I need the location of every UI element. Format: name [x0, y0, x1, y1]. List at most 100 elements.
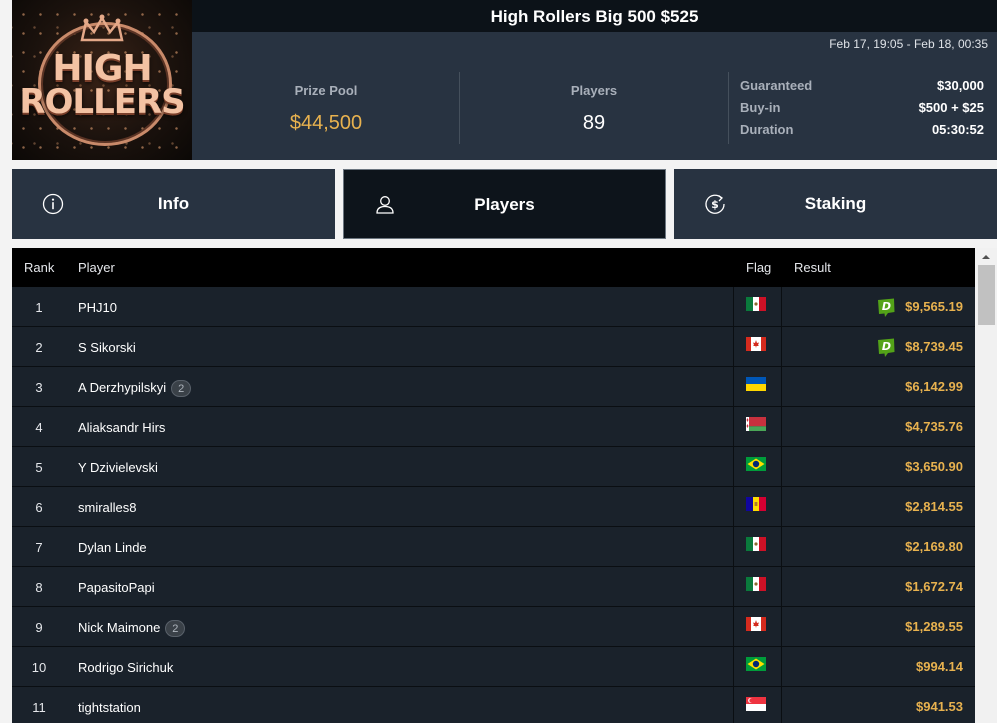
- result-value: $2,169.80: [905, 539, 963, 554]
- flag-cell: [733, 607, 782, 647]
- buyin-row: Buy-in $500 + $25: [740, 100, 984, 122]
- buyin-value: $500 + $25: [918, 100, 984, 115]
- flag-cell: [733, 407, 782, 447]
- mexico-flag-icon: [746, 537, 766, 551]
- result-value: $6,142.99: [905, 379, 963, 394]
- table-row[interactable]: 9 Nick Maimone 2 $1,289.55: [12, 607, 975, 647]
- duration-label: Duration: [740, 122, 794, 137]
- guaranteed-label: Guaranteed: [740, 78, 813, 93]
- flag-cell: [733, 447, 782, 487]
- prize-pool-label: Prize Pool: [294, 83, 358, 98]
- result-value: $941.53: [916, 699, 963, 714]
- brazil-flag-icon: [746, 457, 766, 471]
- duration-value: 05:30:52: [931, 122, 984, 137]
- players-table: Rank Player Flag Result 1 PHJ10 D $9,565.19…: [12, 248, 997, 723]
- svg-text:D: D: [882, 340, 891, 353]
- buyin-label: Buy-in: [740, 100, 781, 115]
- rank-header[interactable]: Rank: [24, 260, 54, 275]
- scroll-thumb[interactable]: [978, 265, 995, 325]
- result-value: $994.14: [916, 659, 963, 674]
- result-value: $1,672.74: [905, 579, 963, 594]
- tab-players[interactable]: Players: [343, 169, 666, 239]
- flag-cell: [733, 647, 782, 687]
- flag-cell: [733, 527, 782, 567]
- result-cell: D $9,565.19: [878, 298, 963, 317]
- result-header[interactable]: Result: [794, 260, 831, 275]
- table-row[interactable]: 4 Aliaksandr Hirs $4,735.76: [12, 407, 975, 447]
- player-name[interactable]: PapasitoPapi: [78, 580, 155, 595]
- player-name[interactable]: Y Dzivielevski: [78, 460, 158, 475]
- stats-divider: [728, 72, 729, 144]
- tournament-header: HIGH ROLLERS High Rollers Big 500 $525 F…: [12, 0, 997, 160]
- player-name[interactable]: Aliaksandr Hirs: [78, 420, 165, 435]
- players-count-value: 89: [582, 112, 606, 134]
- table-row[interactable]: 1 PHJ10 D $9,565.19: [12, 287, 975, 327]
- player-name[interactable]: A Derzhypilskyi 2: [78, 380, 192, 398]
- andorra-flag-icon: [746, 497, 766, 511]
- table-row[interactable]: 7 Dylan Linde $2,169.80: [12, 527, 975, 567]
- prize-pool-value: $44,500: [289, 112, 363, 134]
- result-cell: $2,814.55: [905, 499, 963, 514]
- logo-text-rollers: ROLLERS: [19, 82, 185, 122]
- rank-cell: 6: [35, 500, 43, 515]
- flag-cell: [733, 287, 782, 327]
- rank-cell: 8: [35, 580, 43, 595]
- result-value: $3,650.90: [905, 459, 963, 474]
- player-name-text: PHJ10: [78, 300, 118, 315]
- player-name[interactable]: Nick Maimone 2: [78, 620, 186, 638]
- scrollbar[interactable]: [975, 248, 997, 723]
- result-cell: $6,142.99: [905, 379, 963, 394]
- player-header[interactable]: Player: [78, 260, 115, 275]
- flag-header[interactable]: Flag: [746, 260, 771, 275]
- players-stat: Players 89: [460, 56, 728, 160]
- flag-cell: [733, 327, 782, 367]
- player-name-text: A Derzhypilskyi: [78, 380, 167, 395]
- table-row[interactable]: 10 Rodrigo Sirichuk $994.14: [12, 647, 975, 687]
- result-cell: $4,735.76: [905, 419, 963, 434]
- tab-info[interactable]: Info: [12, 169, 335, 239]
- tab-players-label: Players: [474, 195, 535, 214]
- player-name[interactable]: PHJ10: [78, 300, 117, 315]
- mexico-flag-icon: [746, 297, 766, 311]
- player-name[interactable]: Rodrigo Sirichuk: [78, 660, 173, 675]
- draftkings-icon: D: [875, 336, 897, 358]
- result-value: $4,735.76: [905, 419, 963, 434]
- entries-badge: 2: [171, 380, 192, 398]
- player-name[interactable]: tightstation: [78, 700, 141, 715]
- player-name-text: Nick Maimone: [78, 620, 161, 635]
- player-name[interactable]: smiralles8: [78, 500, 137, 515]
- player-name[interactable]: S Sikorski: [78, 340, 136, 355]
- rank-cell: 5: [35, 460, 43, 475]
- tab-staking[interactable]: $ Staking: [674, 169, 997, 239]
- flag-cell: [733, 487, 782, 527]
- table-row[interactable]: 5 Y Dzivielevski $3,650.90: [12, 447, 975, 487]
- entries-badge: 2: [165, 620, 186, 638]
- tab-staking-label: Staking: [804, 194, 867, 213]
- rank-cell: 7: [35, 540, 43, 555]
- rank-cell: 9: [35, 620, 43, 635]
- rank-cell: 11: [32, 700, 46, 715]
- player-name-text: tightstation: [78, 700, 141, 715]
- tournament-stats: Prize Pool $44,500 Players 89 Guaranteed…: [192, 56, 997, 160]
- table-row[interactable]: 8 PapasitoPapi $1,672.74: [12, 567, 975, 607]
- player-name-text: PapasitoPapi: [78, 580, 155, 595]
- table-row[interactable]: 11 tightstation $941.53: [12, 687, 975, 723]
- crown-icon: [80, 14, 124, 42]
- rank-cell: 3: [35, 380, 43, 395]
- duration-row: Duration 05:30:52: [740, 122, 984, 144]
- result-cell: $994.14: [916, 659, 963, 674]
- player-name[interactable]: Dylan Linde: [78, 540, 147, 555]
- scroll-up-arrow-icon[interactable]: [975, 248, 997, 265]
- table-row[interactable]: 3 A Derzhypilskyi 2 $6,142.99: [12, 367, 975, 407]
- tournament-title: High Rollers Big 500 $525: [192, 0, 997, 32]
- svg-text:D: D: [882, 300, 891, 313]
- table-header: Rank Player Flag Result: [12, 248, 975, 287]
- table-row[interactable]: 2 S Sikorski D $8,739.45: [12, 327, 975, 367]
- rank-cell: 1: [35, 300, 43, 315]
- singapore-flag-icon: [746, 697, 766, 711]
- canada-flag-icon: [746, 617, 766, 631]
- result-cell: $1,289.55: [905, 619, 963, 634]
- result-value: $1,289.55: [905, 619, 963, 634]
- table-row[interactable]: 6 smiralles8 $2,814.55: [12, 487, 975, 527]
- rank-cell: 4: [35, 420, 43, 435]
